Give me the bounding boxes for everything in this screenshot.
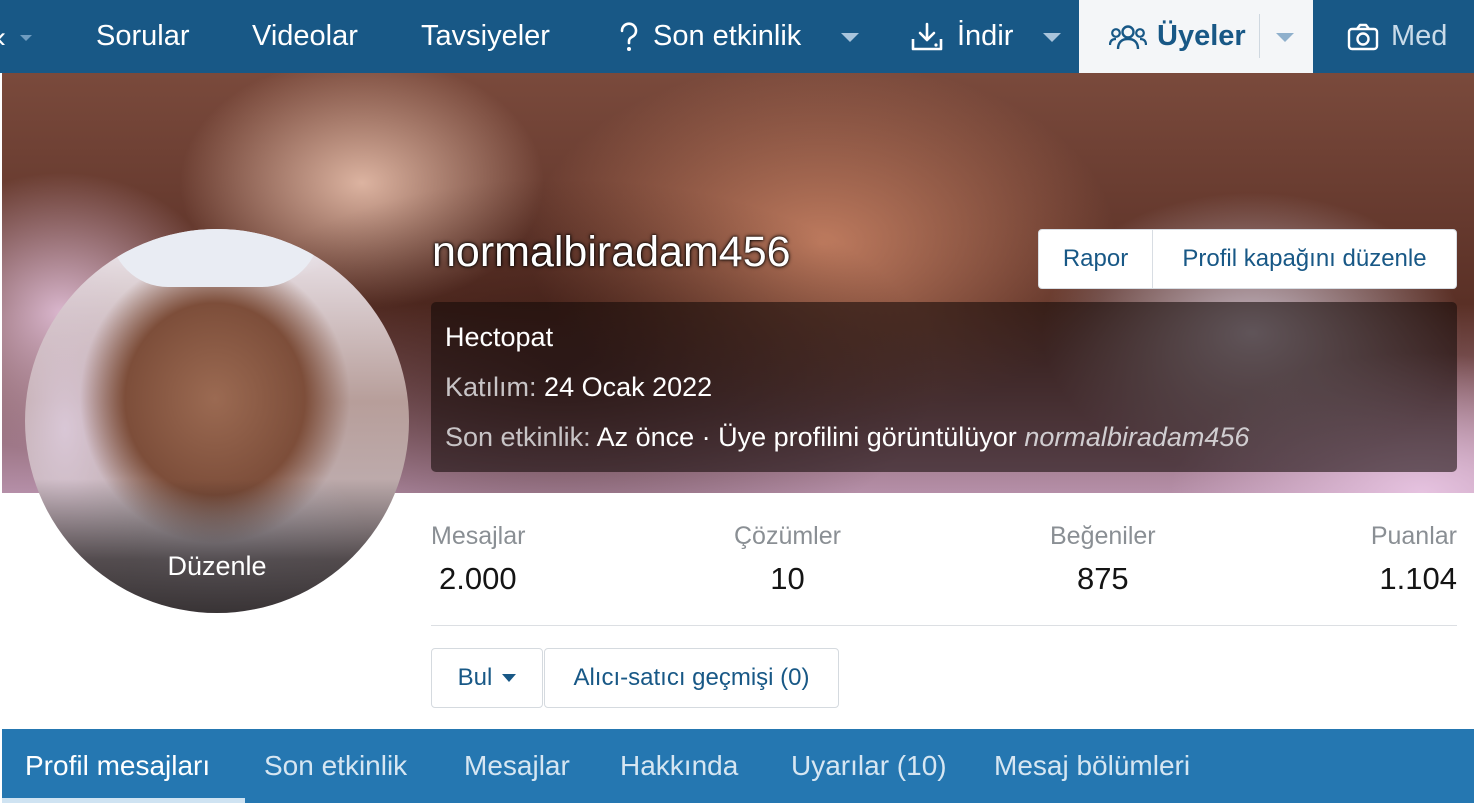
stat-value: 2.000 (439, 561, 517, 596)
profile-action-group: Rapor Profil kapağını düzenle (1038, 229, 1457, 289)
avatar[interactable]: Düzenle (25, 229, 409, 613)
divider (1259, 14, 1260, 58)
download-icon (911, 22, 943, 50)
joined-date: 24 Ocak 2022 (544, 372, 713, 402)
tab-recent-activity[interactable]: Son etkinlik (264, 729, 407, 803)
avatar-shade (25, 479, 409, 613)
question-icon (620, 21, 638, 51)
nav-item-label: Sorular (96, 20, 190, 52)
tab-warnings[interactable]: Uyarılar (10) (791, 729, 947, 803)
stat-label: Puanlar (1370, 522, 1457, 550)
find-label: Bul (457, 664, 493, 691)
chevron-down-icon[interactable] (841, 33, 859, 42)
last-activity-row: Son etkinlik: Az önce · Üye profilini gö… (445, 422, 1249, 453)
stat-messages[interactable]: Mesajlar 2.000 (431, 522, 525, 597)
nav-item-son-etkinlik[interactable]: Son etkinlik (617, 0, 801, 73)
report-button[interactable]: Rapor (1039, 230, 1153, 288)
find-dropdown-button[interactable]: Bul (431, 648, 543, 708)
users-icon (1109, 24, 1147, 49)
trader-history-button[interactable]: Alıcı-satıcı geçmişi (0) (544, 648, 839, 708)
chevron-down-icon[interactable] (1043, 33, 1061, 42)
back-nav-button[interactable]: ‹ (0, 18, 46, 58)
stat-value: 10 (770, 561, 805, 596)
edit-cover-button[interactable]: Profil kapağını düzenle (1153, 230, 1456, 288)
last-activity-value: Az önce · Üye profilini görüntülüyor (596, 422, 1017, 452)
stat-label: Çözümler (734, 522, 841, 550)
divider (431, 625, 1457, 626)
user-title: Hectopat (445, 322, 554, 352)
last-activity-target-link[interactable]: normalbiradam456 (1024, 422, 1249, 452)
nav-item-label: Med (1391, 20, 1448, 52)
active-tab-indicator (2, 798, 245, 803)
caret-down-icon (502, 674, 517, 682)
stat-points[interactable]: Puanlar 1.104 (1365, 522, 1457, 597)
stat-label: Mesajlar (431, 522, 526, 550)
nav-item-label: Son etkinlik (653, 20, 802, 52)
chevron-left-icon: ‹ (0, 23, 6, 53)
avatar-cap-shape (110, 229, 320, 287)
stat-label: Beğeniler (1050, 522, 1156, 550)
nav-item-label: Videolar (252, 20, 358, 52)
profile-info-box: Hectopat Katılım: 24 Ocak 2022 Son etkin… (431, 302, 1457, 472)
profile-username: normalbiradam456 (432, 228, 791, 276)
tab-message-sections[interactable]: Mesaj bölümleri (994, 729, 1190, 803)
stat-solutions[interactable]: Çözümler 10 (734, 522, 841, 597)
joined-label: Katılım: (445, 372, 537, 402)
trader-history-label: Alıcı-satıcı geçmişi (0) (573, 664, 810, 691)
nav-item-label: Tavsiyeler (421, 20, 550, 52)
joined-row: Katılım: 24 Ocak 2022 (445, 372, 712, 403)
nav-item-label: Üyeler (1157, 20, 1246, 52)
stat-value: 1.104 (1379, 561, 1457, 596)
nav-item-label: İndir (957, 20, 1014, 52)
stat-likes[interactable]: Beğeniler 875 (1050, 522, 1156, 597)
tab-profile-posts[interactable]: Profil mesajları (25, 729, 210, 803)
camera-icon (1347, 23, 1379, 50)
stat-value: 875 (1076, 561, 1129, 596)
avatar-edit-label[interactable]: Düzenle (25, 551, 409, 582)
nav-item-sorular[interactable]: Sorular (96, 0, 190, 73)
profile-tabs: Profil mesajları Son etkinlik Mesajlar H… (2, 729, 1474, 803)
last-activity-label: Son etkinlik: (445, 422, 591, 452)
tab-about[interactable]: Hakkında (620, 729, 738, 803)
top-navigation: ‹ Sorular Videolar Tavsiyeler Son etkinl… (0, 0, 1474, 73)
nav-item-tavsiyeler[interactable]: Tavsiyeler (421, 0, 550, 73)
nav-item-videolar[interactable]: Videolar (252, 0, 358, 73)
tab-messages[interactable]: Mesajlar (464, 729, 570, 803)
nav-item-indir[interactable]: İndir (909, 0, 1013, 73)
chevron-down-icon (20, 35, 32, 41)
chevron-down-icon[interactable] (1276, 33, 1294, 42)
nav-item-uyeler[interactable]: Üyeler (1079, 0, 1313, 73)
nav-item-media[interactable]: Med (1347, 0, 1447, 73)
